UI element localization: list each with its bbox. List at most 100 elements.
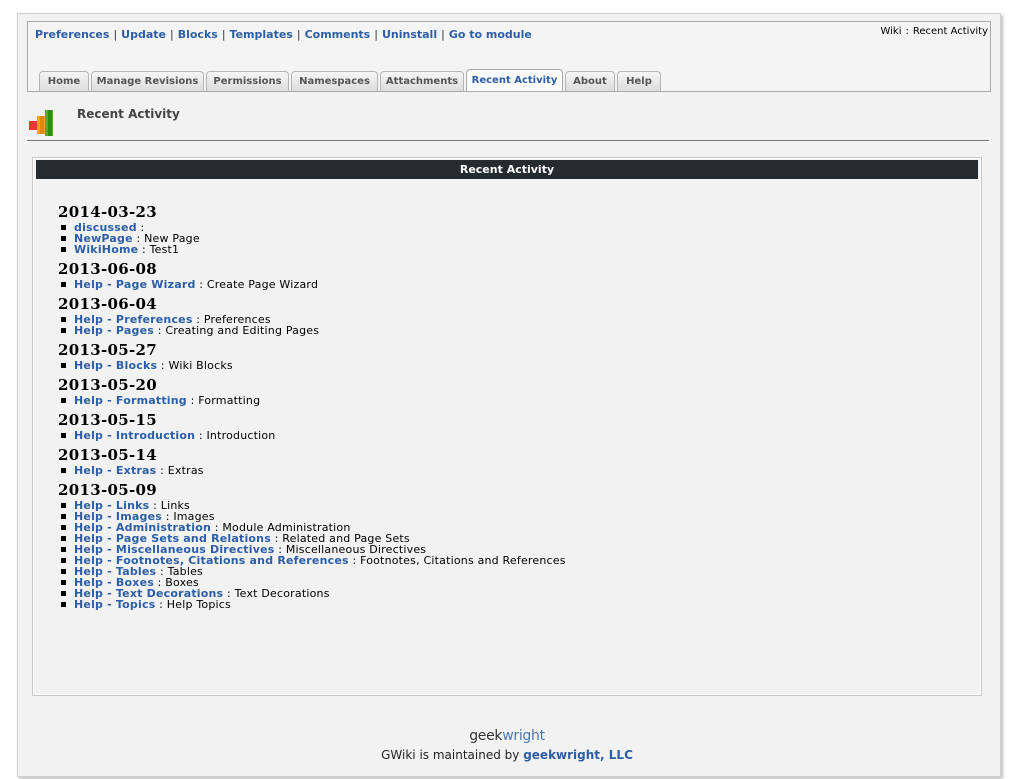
bullet-icon [61,569,66,574]
tab-manage-revisions[interactable]: Manage Revisions [91,71,204,91]
breadcrumb-separator: : [905,26,909,37]
maintained-prefix: GWiki is maintained by [381,748,520,762]
tab-home[interactable]: Home [39,71,89,91]
geekwright-logo[interactable]: geekwright [0,728,1014,744]
admin-link-separator: | [113,28,118,41]
admin-link-separator: | [441,28,445,41]
activity-date-group: 2013-05-20 Help - Formatting : Formatting [58,375,566,406]
activity-entries: Help - Blocks : Wiki Blocks [58,360,566,371]
list-item: Help - Introduction : Introduction [58,430,566,441]
admin-link-blocks[interactable]: Blocks [178,28,218,41]
list-item: WikiHome : Test1 [58,244,566,255]
bullet-icon [61,558,66,563]
bar-chart-icon [29,110,53,136]
bullet-icon [61,514,66,519]
tab-permissions[interactable]: Permissions [206,71,289,91]
bullet-icon [61,317,66,322]
bullet-icon [61,547,66,552]
admin-link-go-to-module[interactable]: Go to module [449,28,532,41]
activity-list: 2014-03-23 discussed : NewPage : New Page… [58,202,566,614]
activity-date: 2013-05-27 [58,341,157,359]
admin-link-templates[interactable]: Templates [230,28,293,41]
activity-date: 2014-03-23 [58,203,157,221]
tab-help[interactable]: Help [617,71,661,91]
list-item: Help - Extras : Extras [58,465,566,476]
activity-date-group: 2013-06-04 Help - Preferences : Preferenc… [58,294,566,336]
activity-date-group: 2013-05-14 Help - Extras : Extras [58,445,566,476]
tab-about[interactable]: About [565,71,615,91]
page-title: Recent Activity [77,107,180,121]
bullet-icon [61,468,66,473]
activity-page-link[interactable]: Help - Blocks [74,359,157,372]
recent-activity-panel: Recent Activity 2014-03-23 discussed : Ne… [32,157,982,696]
admin-tabs: Home Manage Revisions Permissions Namespace… [39,69,661,91]
bullet-icon [61,591,66,596]
bullet-icon [61,236,66,241]
activity-page-link[interactable]: Help - Pages [74,324,154,337]
bullet-icon [61,525,66,530]
logo-part-wright: wright [502,728,545,744]
list-item: Help - Topics : Help Topics [58,599,566,610]
activity-date: 2013-05-09 [58,481,157,499]
admin-link-preferences[interactable]: Preferences [35,28,109,41]
activity-date: 2013-06-08 [58,260,157,278]
activity-date-group: 2013-05-15 Help - Introduction : Introduc… [58,410,566,441]
admin-link-update[interactable]: Update [121,28,166,41]
activity-entries: Help - Page Wizard : Create Page Wizard [58,279,566,290]
activity-date-group: 2014-03-23 discussed : NewPage : New Page… [58,202,566,255]
activity-date: 2013-05-14 [58,446,157,464]
admin-links: Preferences | Update | Blocks | Templates | Comm… [35,28,532,41]
activity-entries: Help - Extras : Extras [58,465,566,476]
activity-entries: Help - Preferences : Preferences Help - P… [58,314,566,336]
activity-date: 2013-06-04 [58,295,157,313]
bullet-icon [61,503,66,508]
maintained-by: GWiki is maintained by geekwright, LLC [0,748,1014,762]
tab-recent-activity[interactable]: Recent Activity [466,69,563,91]
breadcrumb: Wiki: Recent Activity [880,26,988,37]
activity-description: Help Topics [166,598,231,611]
admin-link-separator: | [296,28,301,41]
activity-page-link[interactable]: Help - Topics [74,598,155,611]
logo-part-geek: geek [469,728,503,744]
activity-date-group: 2013-06-08 Help - Page Wizard : Create Pa… [58,259,566,290]
admin-link-comments[interactable]: Comments [305,28,371,41]
activity-entries: discussed : NewPage : New Page WikiHome :… [58,222,566,255]
bullet-icon [61,328,66,333]
activity-page-link[interactable]: Help - Page Wizard [74,278,196,291]
breadcrumb-page: Recent Activity [912,26,988,37]
tab-attachments[interactable]: Attachments [380,71,464,91]
tab-namespaces[interactable]: Namespaces [291,71,378,91]
activity-description: Creating and Editing Pages [165,324,320,337]
activity-page-link[interactable]: Help - Introduction [74,429,195,442]
activity-page-link[interactable]: Help - Formatting [74,394,187,407]
activity-description: Extras [167,464,204,477]
activity-entries: Help - Links : Links Help - Images : Imag… [58,500,566,610]
module-admin-header: Preferences | Update | Blocks | Templates | Comm… [27,21,991,92]
bullet-icon [61,602,66,607]
activity-entries: Help - Introduction : Introduction [58,430,566,441]
activity-description: Wiki Blocks [168,359,233,372]
activity-entries: Help - Formatting : Formatting [58,395,566,406]
list-item: Help - Formatting : Formatting [58,395,566,406]
bullet-icon [61,225,66,230]
activity-page-link[interactable]: WikiHome [74,243,138,256]
bullet-icon [61,363,66,368]
page-header: Recent Activity [27,104,989,141]
bullet-icon [61,282,66,287]
list-item: Help - Page Wizard : Create Page Wizard [58,279,566,290]
admin-link-separator: | [221,28,226,41]
bullet-icon [61,247,66,252]
panel-header: Recent Activity [36,160,978,179]
admin-link-separator: | [374,28,378,41]
bullet-icon [61,433,66,438]
activity-description: Create Page Wizard [206,278,319,291]
activity-date-group: 2013-05-27 Help - Blocks : Wiki Blocks [58,340,566,371]
activity-description: Introduction [206,429,276,442]
activity-page-link[interactable]: Help - Extras [74,464,156,477]
bullet-icon [61,398,66,403]
activity-description: Test1 [149,243,180,256]
maintainer-link[interactable]: geekwright, LLC [523,748,633,762]
bullet-icon [61,536,66,541]
admin-link-uninstall[interactable]: Uninstall [382,28,437,41]
list-item: Help - Pages : Creating and Editing Page… [58,325,566,336]
